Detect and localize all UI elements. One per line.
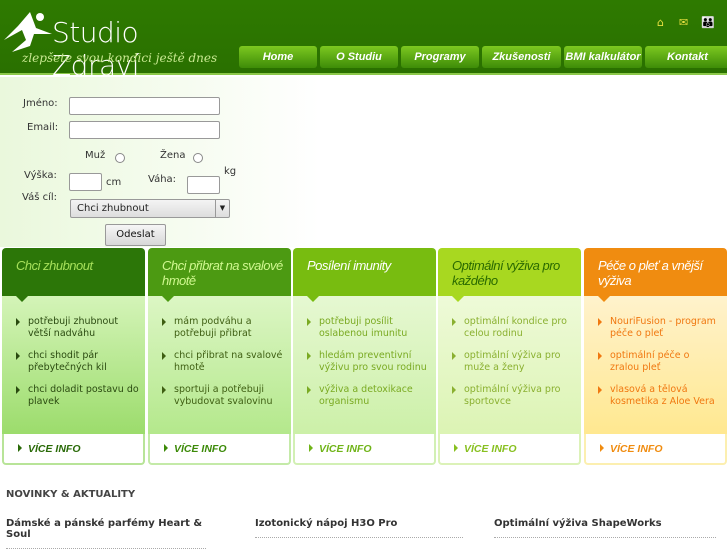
program-link[interactable]: potřebuji zhubnout větší nadváhu [14, 316, 139, 340]
program-link[interactable]: optimální kondice pro celou rodinu [450, 316, 575, 340]
height-label: Výška: [24, 170, 57, 181]
program-link[interactable]: optimální výživa pro muže a ženy [450, 350, 575, 374]
arrow-right-icon [18, 444, 22, 452]
header: Studio Zdraví zlepšete svou kondici ješt… [0, 0, 727, 82]
program-link[interactable]: NouriFusion - program péče o pleť [596, 316, 721, 340]
name-label: Jméno: [23, 98, 58, 109]
more-info-button[interactable]: VÍCE INFO [438, 434, 581, 465]
nav-bmi[interactable]: BMI kalkulátor [564, 46, 642, 68]
male-radio[interactable] [115, 153, 125, 163]
brand-name: Studio Zdraví [52, 16, 139, 82]
column-title[interactable]: Optimální výživa pro každého [438, 248, 581, 302]
column-title[interactable]: Chci přibrat na svalové hmotě [148, 248, 291, 302]
news-item[interactable]: Izotonický nápoj H3O Pro [255, 518, 463, 538]
column-title[interactable]: Posílení imunity [293, 248, 436, 302]
arrow-right-icon [164, 444, 168, 452]
program-link[interactable]: optimální výživa pro sportovce [450, 384, 575, 408]
program-link[interactable]: mám podváhu a potřebuji přibrat [160, 316, 285, 340]
more-info-button[interactable]: VÍCE INFO [293, 434, 436, 465]
weight-input[interactable] [187, 176, 220, 194]
column-list: optimální kondice pro celou rodinu optimá… [438, 296, 581, 434]
program-link[interactable]: chci doladit postavu do plavek [14, 384, 139, 408]
column-list: potřebuji posílit oslabenou imunitu hledá… [293, 296, 436, 434]
column-list: potřebuji zhubnout větší nadváhu chci sho… [2, 296, 145, 434]
mail-icon[interactable]: ✉ [679, 17, 691, 29]
more-info-label: VÍCE INFO [28, 443, 81, 455]
program-column: Péče o pleť a vnější výživa NouriFusion … [584, 248, 727, 465]
female-label: Žena [160, 150, 186, 161]
column-title[interactable]: Chci zhubnout [2, 248, 145, 302]
people-icon[interactable]: 👪 [701, 17, 715, 29]
program-column: Optimální výživa pro každého optimální k… [438, 248, 581, 465]
program-link[interactable]: vlasová a tělová kosmetika z Aloe Vera [596, 384, 721, 408]
news-item[interactable]: Dámské a pánské parfémy Heart & Soul [6, 518, 206, 549]
news-heading: NOVINKY & AKTUALITY [6, 489, 136, 500]
goal-select[interactable]: Chci zhubnout ▼ [70, 199, 230, 218]
more-info-button[interactable]: VÍCE INFO [584, 434, 727, 465]
program-link[interactable]: optimální péče o zralou pleť [596, 350, 721, 374]
home-icon[interactable]: ⌂ [657, 17, 669, 29]
column-list: NouriFusion - program péče o pleť optimál… [584, 296, 727, 434]
logo-figure-icon [4, 12, 52, 52]
more-info-button[interactable]: VÍCE INFO [2, 434, 145, 465]
program-link[interactable]: chci přibrat na svalové hmotě [160, 350, 285, 374]
program-column: Chci přibrat na svalové hmotě mám podváh… [148, 248, 291, 465]
program-link[interactable]: hledám preventivní výživu pro svou rodin… [305, 350, 430, 374]
weight-label: Váha: [148, 174, 177, 185]
bmi-form: Jméno: Email: Muž Žena Výška: cm Váha: k… [0, 77, 727, 247]
program-link[interactable]: výživa a detoxikace organismu [305, 384, 430, 408]
more-info-label: VÍCE INFO [174, 443, 227, 455]
nav-kontakt[interactable]: Kontakt [645, 46, 727, 68]
nav-home[interactable]: Home [239, 46, 317, 68]
more-info-button[interactable]: VÍCE INFO [148, 434, 291, 465]
program-link[interactable]: sportuji a potřebuji vybudovat svalovinu [160, 384, 285, 408]
main-nav: Home O Studiu Programy Zkušenosti BMI ka… [239, 46, 727, 68]
name-input[interactable] [69, 97, 220, 115]
nav-zkusenosti[interactable]: Zkušenosti [482, 46, 561, 68]
male-label: Muž [85, 150, 106, 161]
program-column: Posílení imunity potřebuji posílit oslab… [293, 248, 436, 465]
chevron-down-icon[interactable]: ▼ [215, 200, 229, 217]
program-link[interactable]: potřebuji posílit oslabenou imunitu [305, 316, 430, 340]
height-input[interactable] [69, 173, 102, 191]
more-info-label: VÍCE INFO [319, 443, 372, 455]
email-label: Email: [27, 122, 59, 133]
more-info-label: VÍCE INFO [464, 443, 517, 455]
weight-unit: kg [224, 166, 237, 177]
goal-value: Chci zhubnout [77, 203, 149, 214]
more-info-label: VÍCE INFO [610, 443, 663, 455]
arrow-right-icon [309, 444, 313, 452]
submit-button[interactable]: Odeslat [105, 224, 166, 246]
column-list: mám podváhu a potřebuji přibrat chci přib… [148, 296, 291, 434]
arrow-right-icon [454, 444, 458, 452]
nav-programy[interactable]: Programy [401, 46, 479, 68]
goal-label: Váš cíl: [22, 192, 58, 203]
program-column: Chci zhubnout potřebuji zhubnout větší n… [2, 248, 145, 465]
slogan: zlepšete svou kondici ještě dnes [22, 51, 218, 65]
logo[interactable]: Studio Zdraví zlepšete svou kondici ješt… [0, 10, 230, 82]
email-input[interactable] [69, 121, 220, 139]
arrow-right-icon [600, 444, 604, 452]
column-title[interactable]: Péče o pleť a vnější výživa [584, 248, 727, 302]
nav-o-studiu[interactable]: O Studiu [320, 46, 398, 68]
height-unit: cm [106, 177, 122, 188]
news-item[interactable]: Optimální výživa ShapeWorks [494, 518, 716, 538]
female-radio[interactable] [193, 153, 203, 163]
program-link[interactable]: chci shodit pár přebytečných kil [14, 350, 139, 374]
